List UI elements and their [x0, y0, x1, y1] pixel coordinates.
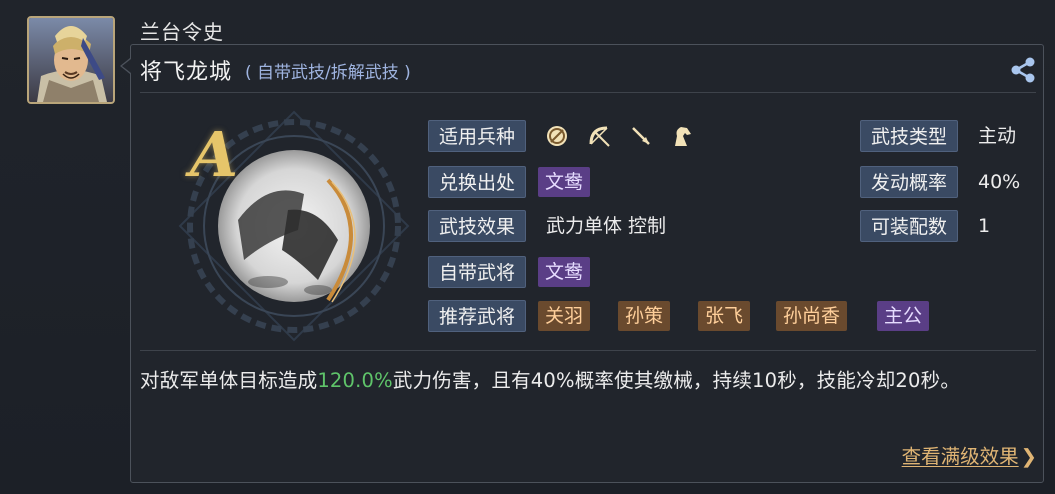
skill-kind-value: 主动	[978, 125, 1017, 147]
source-label: 兑换出处	[428, 166, 526, 198]
equippable-value: 1	[978, 215, 991, 237]
avatar[interactable]	[27, 16, 115, 104]
chevron-right-icon: ❯	[1020, 445, 1037, 468]
recommend-general-tag[interactable]: 孙策	[618, 301, 671, 331]
view-max-level-link[interactable]: 查看满级效果 ❯	[902, 440, 1037, 469]
recommend-label: 推荐武将	[428, 300, 526, 332]
spear-icon	[632, 127, 650, 145]
horse-icon	[675, 127, 691, 146]
body-divider	[140, 350, 1036, 351]
share-button[interactable]	[1008, 56, 1038, 84]
skill-grade: A	[190, 118, 239, 191]
trigger-rate-value: 40%	[978, 171, 1021, 193]
skill-kind-label: 武技类型	[860, 120, 958, 152]
trigger-rate-label: 发动概率	[860, 166, 958, 198]
recommend-general-tag[interactable]: 孙尚香	[776, 301, 848, 331]
description-text-before: 对敌军单体目标造成	[140, 369, 318, 392]
recommend-general-tag[interactable]: 张飞	[698, 301, 751, 331]
general-portrait-icon	[29, 18, 113, 102]
skill-description: 对敌军单体目标造成120.0%武力伤害，且有40%概率使其缴械，持续10秒，技能…	[140, 366, 1036, 396]
recommend-general-tag[interactable]: 主公	[877, 301, 930, 331]
poster-name: 兰台令史	[140, 20, 224, 44]
share-icon	[1011, 57, 1035, 83]
bow-icon	[589, 126, 610, 147]
troop-type-label: 适用兵种	[428, 120, 526, 152]
effect-value: 武力单体 控制	[546, 215, 667, 237]
effect-label: 武技效果	[428, 210, 526, 242]
equippable-label: 可装配数	[860, 210, 958, 242]
skill-name: 将飞龙城	[140, 60, 233, 85]
description-highlight: 120.0%	[317, 369, 393, 392]
recommend-general-tag[interactable]: 关羽	[538, 301, 591, 331]
source-general-tag[interactable]: 文鸯	[538, 167, 591, 197]
skill-type-label: ( 自带武技/拆解武技 )	[245, 63, 411, 83]
view-max-level-label: 查看满级效果	[901, 445, 1019, 468]
card-pointer-inner	[122, 59, 131, 73]
description-text-after: 武力伤害，且有40%概率使其缴械，持续10秒，技能冷却20秒。	[392, 369, 961, 392]
header-divider	[140, 92, 1036, 93]
own-general-tag[interactable]: 文鸯	[538, 257, 591, 287]
own-general-label: 自带武将	[428, 256, 526, 288]
shield-icon	[547, 126, 567, 146]
